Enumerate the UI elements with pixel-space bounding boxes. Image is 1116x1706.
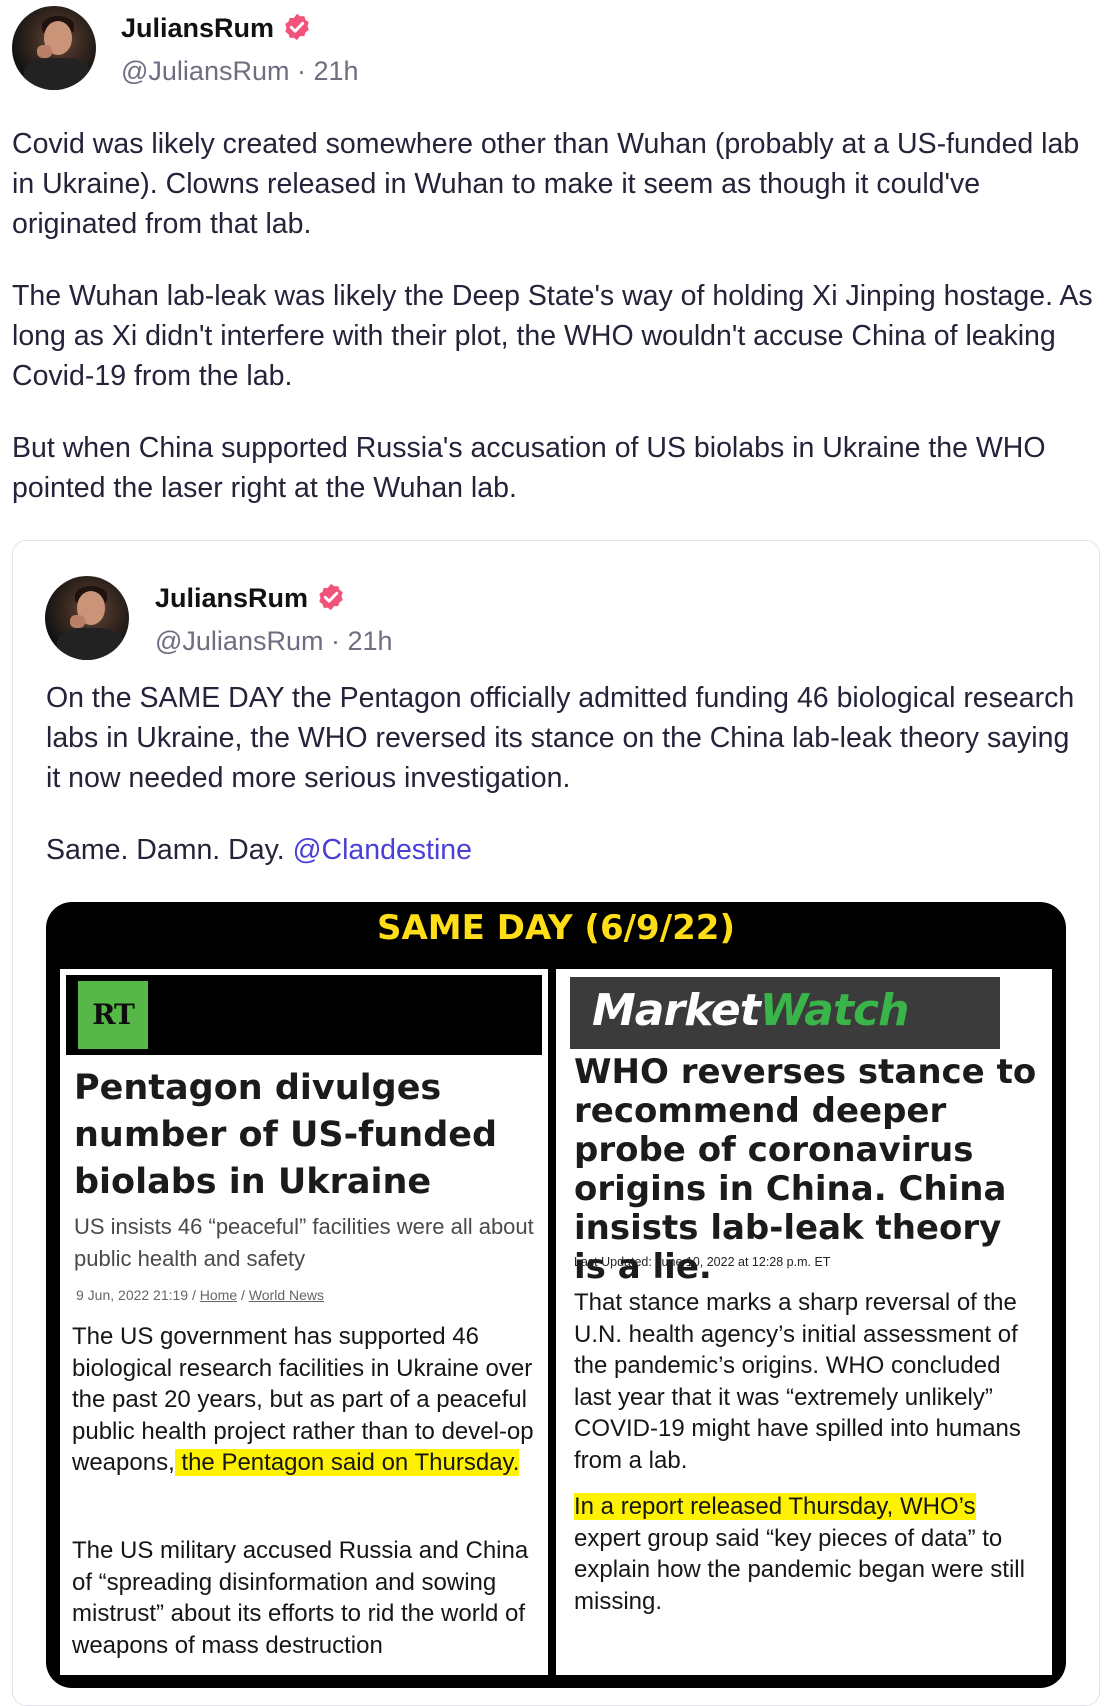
marketwatch-body-text: expert group said “key pieces of data” t…	[574, 1524, 1025, 1615]
marketwatch-logo: MarketWatch	[592, 985, 910, 1036]
rt-meta: 9 Jun, 2022 21:19 / Home / World News	[76, 1287, 324, 1303]
author-name[interactable]: JuliansRum	[121, 12, 312, 44]
quoted-author-name-text[interactable]: JuliansRum	[155, 583, 308, 613]
marketwatch-body-paragraph-1: That stance marks a sharp reversal of th…	[574, 1289, 1021, 1474]
rt-headline: Pentagon divulges number of US-funded bi…	[74, 1068, 498, 1202]
quoted-author-handle-time[interactable]: @JuliansRum · 21h	[155, 626, 393, 657]
rt-highlighted-text: the Pentagon said on Thursday.	[174, 1449, 520, 1476]
author-handle-time[interactable]: @JuliansRum · 21h	[121, 56, 359, 87]
collage-title: SAME DAY (6/9/22)	[377, 908, 735, 948]
rt-meta-date: 9 Jun, 2022 21:19	[76, 1287, 189, 1303]
marketwatch-logo-part1: Market	[592, 985, 761, 1036]
post-paragraph-1: Covid was likely created somewhere other…	[12, 128, 1080, 240]
post-paragraph-3: But when China supported Russia's accusa…	[12, 432, 1046, 504]
author-avatar[interactable]	[12, 6, 96, 90]
marketwatch-logo-part2: Watch	[759, 985, 910, 1036]
quoted-post-body: On the SAME DAY the Pentagon officially …	[46, 678, 1076, 902]
post-paragraph-2: The Wuhan lab-leak was likely the Deep S…	[12, 280, 1093, 392]
attached-image[interactable]: SAME DAY (6/9/22) RT Pentagon divulges n…	[46, 902, 1066, 1688]
quoted-paragraph-2: Same. Damn. Day. @Clandestine	[46, 830, 1076, 870]
marketwatch-highlighted-text: In a report released Thursday, WHO’s	[574, 1493, 976, 1520]
rt-meta-world-news: World News	[248, 1287, 325, 1303]
rt-body-paragraph-1: The US government has supported 46 biolo…	[72, 1321, 542, 1479]
rt-meta-sep: /	[188, 1287, 200, 1303]
verified-badge-icon	[285, 13, 309, 41]
marketwatch-meta: Last Updated: June 10, 2022 at 12:28 p.m…	[574, 1255, 831, 1269]
mention-link[interactable]: @Clandestine	[293, 834, 472, 866]
quoted-author-name[interactable]: JuliansRum	[155, 582, 346, 614]
rt-header-bar: RT	[66, 975, 542, 1055]
rt-logo: RT	[78, 981, 148, 1049]
rt-meta-sep: /	[237, 1287, 249, 1303]
quoted-author-avatar[interactable]	[45, 576, 129, 660]
quoted-paragraph-2-text: Same. Damn. Day.	[46, 834, 293, 866]
rt-meta-home: Home	[199, 1287, 238, 1303]
marketwatch-headline: WHO reverses stance to recommend deeper …	[574, 1052, 1037, 1287]
rt-subhead: US insists 46 “peaceful” facilities were…	[74, 1214, 534, 1271]
post-body: Covid was likely created somewhere other…	[12, 124, 1107, 540]
author-name-text[interactable]: JuliansRum	[121, 13, 274, 43]
marketwatch-body-paragraph-2: In a report released Thursday, WHO’s exp…	[574, 1491, 1044, 1617]
rt-article-panel: RT Pentagon divulges number of US-funded…	[60, 969, 548, 1675]
quoted-paragraph-1: On the SAME DAY the Pentagon officially …	[46, 682, 1075, 794]
marketwatch-article-panel: MarketWatch WHO reverses stance to recom…	[556, 969, 1052, 1675]
verified-badge-icon	[319, 583, 343, 611]
marketwatch-header-bar: MarketWatch	[570, 977, 1000, 1049]
rt-body-paragraph-2: The US military accused Russia and China…	[72, 1537, 529, 1659]
